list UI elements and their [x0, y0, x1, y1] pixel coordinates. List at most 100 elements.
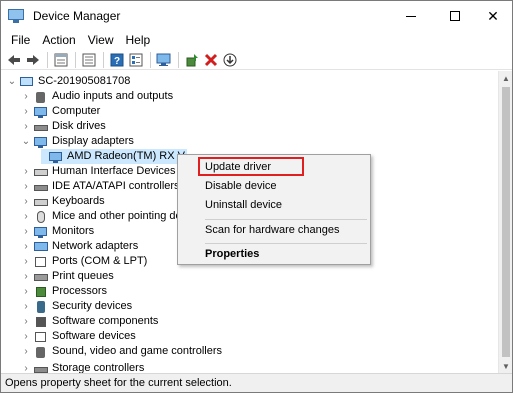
port-icon [34, 256, 48, 268]
uninstall-toolbar-button[interactable] [202, 51, 220, 69]
tree-item-software-devices[interactable]: › Software devices [21, 329, 135, 344]
menu-help[interactable]: Help [120, 31, 157, 50]
tree-item-display-adapters[interactable]: ⌄ Display adapters [21, 134, 134, 149]
tree-item-ide[interactable]: › IDE ATA/ATAPI controllers [21, 179, 179, 194]
scroll-down-button[interactable]: ▼ [499, 359, 513, 373]
expand-chevron-icon[interactable]: › [21, 89, 31, 104]
expand-chevron-icon[interactable]: › [21, 164, 31, 179]
tree-item-mice[interactable]: › Mice and other pointing de [21, 209, 182, 224]
tree-item-label: Security devices [52, 300, 133, 312]
maximize-button[interactable] [437, 1, 473, 31]
tree-item-label: Display adapters [52, 135, 134, 147]
close-button[interactable]: ✕ [475, 1, 511, 31]
tree-item-computer[interactable]: › Computer [21, 104, 100, 119]
tree-item-disk-drives[interactable]: › Disk drives [21, 119, 105, 134]
tree-item-label: Human Interface Devices [52, 165, 176, 177]
help-toolbar-button[interactable]: ? [108, 51, 126, 69]
tree-item-network[interactable]: › Network adapters [21, 239, 138, 254]
expand-chevron-icon[interactable]: › [21, 179, 31, 194]
software-component-icon [34, 316, 48, 328]
context-menu-uninstall-device[interactable]: Uninstall device [178, 196, 370, 215]
expand-chevron-icon[interactable]: › [21, 299, 31, 314]
expand-chevron-icon[interactable]: › [21, 269, 31, 284]
scan-monitor-icon [156, 53, 171, 66]
expand-chevron-icon[interactable]: › [21, 104, 31, 119]
menu-action[interactable]: Action [36, 31, 81, 50]
tree-item-hid[interactable]: › Human Interface Devices [21, 164, 176, 179]
computer-icon [34, 106, 48, 118]
expand-chevron-icon[interactable]: › [21, 224, 31, 239]
minimize-button[interactable] [393, 1, 429, 31]
expand-chevron-icon[interactable]: › [21, 239, 31, 254]
menu-view[interactable]: View [82, 31, 120, 50]
expand-chevron-icon[interactable]: › [21, 119, 31, 134]
tree-root[interactable]: ⌄ SC-201905081708 [1, 74, 131, 89]
tree-item-label: AMD Radeon(TM) RX V [67, 150, 185, 162]
expand-chevron-icon[interactable]: › [21, 329, 31, 344]
context-menu-update-driver[interactable]: Update driver [178, 158, 370, 177]
expand-chevron-icon[interactable]: › [21, 284, 31, 299]
expand-chevron-icon[interactable]: › [21, 314, 31, 329]
show-hidden-icon [82, 53, 96, 66]
collapse-chevron-icon[interactable]: ⌄ [7, 74, 17, 89]
expand-chevron-icon[interactable]: › [21, 209, 31, 224]
back-button[interactable] [5, 51, 23, 69]
expand-chevron-icon[interactable]: › [21, 194, 31, 209]
context-menu-separator [205, 243, 367, 244]
tree-item-keyboards[interactable]: › Keyboards [21, 194, 105, 209]
tree-item-label: Storage controllers [52, 362, 145, 373]
update-driver-toolbar-button[interactable] [183, 51, 201, 69]
title-bar: Device Manager ✕ [1, 1, 512, 31]
svg-text:?: ? [114, 56, 120, 67]
tree-item-label: Audio inputs and outputs [52, 90, 174, 102]
tree-item-sound[interactable]: › Sound, video and game controllers [21, 344, 222, 359]
context-menu: Update driver Disable device Uninstall d… [177, 154, 371, 265]
view-list-button[interactable] [127, 51, 145, 69]
scan-hardware-button[interactable] [155, 51, 173, 69]
minimize-icon [406, 15, 416, 17]
tree-item-label: Network adapters [52, 240, 139, 252]
download-toolbar-button[interactable] [221, 51, 239, 69]
menu-file[interactable]: File [5, 31, 36, 50]
monitor-icon [34, 226, 48, 238]
vertical-scrollbar[interactable]: ▲ ▼ [498, 71, 512, 373]
expand-chevron-icon[interactable]: › [21, 344, 31, 359]
collapse-chevron-icon[interactable]: ⌄ [21, 134, 31, 149]
context-menu-properties[interactable]: Properties [178, 245, 370, 264]
tree-item-ports[interactable]: › Ports (COM & LPT) [21, 254, 147, 269]
tree-item-software-components[interactable]: › Software components [21, 314, 158, 329]
toolbar-separator [75, 51, 76, 68]
expand-chevron-icon[interactable]: › [21, 254, 31, 269]
scrollbar-thumb[interactable] [502, 87, 510, 357]
processor-icon [34, 286, 48, 298]
display-adapter-icon [34, 136, 48, 148]
mouse-icon [34, 210, 48, 223]
context-menu-disable-device[interactable]: Disable device [178, 177, 370, 196]
tree-item-monitors[interactable]: › Monitors [21, 224, 94, 239]
sound-icon [34, 346, 48, 358]
expand-chevron-icon[interactable]: › [21, 361, 31, 373]
tree-item-label: Sound, video and game controllers [52, 345, 222, 357]
toolbar: ? [1, 50, 512, 70]
tree-item-security[interactable]: › Security devices [21, 299, 132, 314]
tree-item-label: Keyboards [52, 195, 105, 207]
download-icon [223, 53, 237, 66]
tree-item-processors[interactable]: › Processors [21, 284, 107, 299]
properties-toolbar-button[interactable] [52, 51, 70, 69]
forward-button[interactable] [24, 51, 42, 69]
tree-item-amd-radeon[interactable]: AMD Radeon(TM) RX V [41, 149, 187, 164]
close-icon: ✕ [487, 7, 499, 24]
tree-item-audio[interactable]: › Audio inputs and outputs [21, 89, 173, 104]
device-manager-window: Device Manager ✕ File Action View Help ? [0, 0, 513, 393]
tree-item-label: Software components [52, 315, 159, 327]
tree-item-storage[interactable]: › Storage controllers [21, 361, 144, 373]
update-driver-icon [186, 53, 198, 66]
tree-item-print-queues[interactable]: › Print queues [21, 269, 113, 284]
forward-arrow-icon [27, 54, 39, 65]
context-menu-scan-hardware[interactable]: Scan for hardware changes [178, 221, 370, 240]
help-icon: ? [110, 53, 124, 67]
keyboard-icon [34, 196, 48, 208]
show-hidden-button[interactable] [80, 51, 98, 69]
window-title: Device Manager [33, 9, 121, 23]
scroll-up-button[interactable]: ▲ [499, 71, 513, 85]
